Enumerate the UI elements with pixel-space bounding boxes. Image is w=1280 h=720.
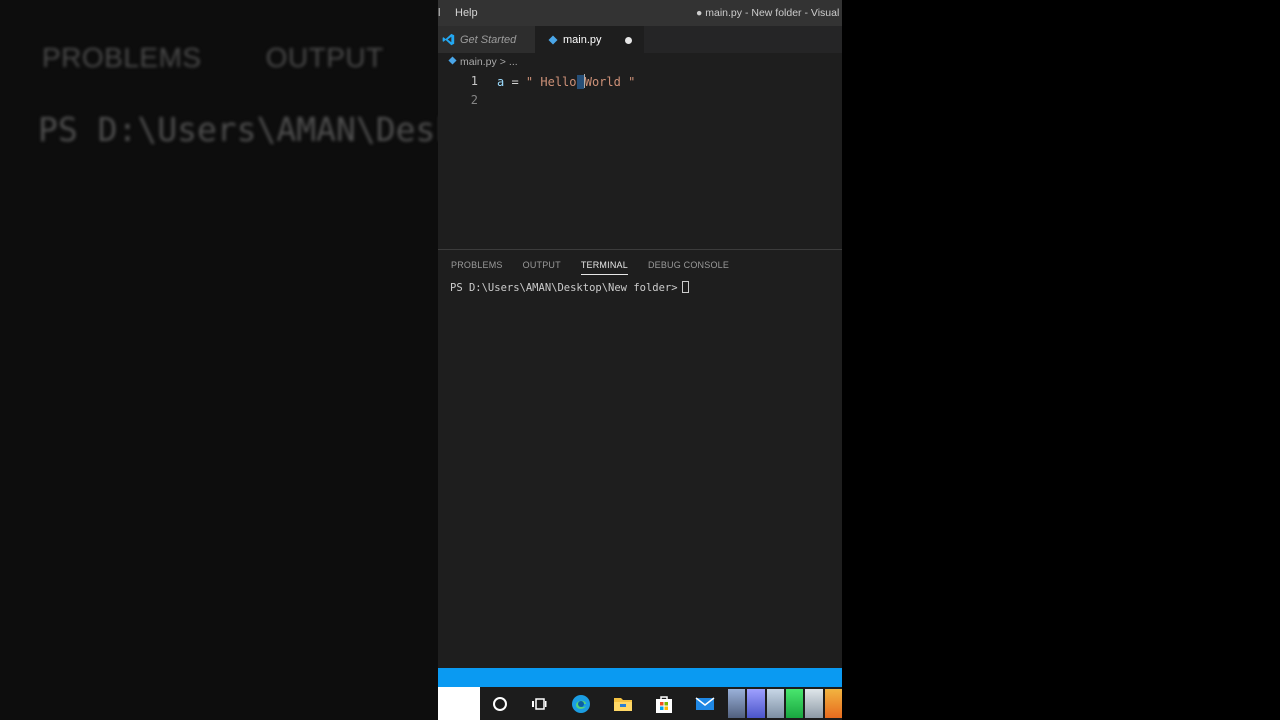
- line-number: 1: [470, 74, 478, 88]
- window-title: ● main.py - New folder - Visual St: [696, 7, 842, 19]
- tab-get-started-label: Get Started: [460, 33, 517, 46]
- code-string-start: " Hello: [525, 75, 577, 89]
- blurred-terminal-prompt: PS D:\Users\AMAN\Desk: [38, 110, 438, 149]
- code-operator: =: [504, 75, 526, 89]
- taskbar-search-box[interactable]: [438, 687, 480, 720]
- mail-icon[interactable]: [694, 693, 716, 715]
- blurred-app-icon[interactable]: [785, 689, 804, 718]
- blurred-app-icon[interactable]: [805, 689, 823, 718]
- blurred-panel-tabs: PROBLEMS OUTPUT T: [42, 42, 438, 87]
- text-selection: [576, 75, 584, 89]
- code-editor[interactable]: 1 a = " Hello World " 2: [438, 72, 842, 248]
- tab-debug-console[interactable]: DEBUG CONSOLE: [648, 260, 729, 275]
- breadcrumb-separator: >: [499, 56, 506, 68]
- task-view-icon[interactable]: [528, 693, 550, 715]
- blurred-app-icon[interactable]: [747, 689, 765, 718]
- tab-terminal[interactable]: TERMINAL: [580, 260, 628, 275]
- breadcrumb: main.py > ...: [448, 56, 518, 68]
- blurred-background-left: PROBLEMS OUTPUT T PS D:\Users\AMAN\Desk: [0, 0, 438, 720]
- cortana-icon[interactable]: [489, 693, 511, 715]
- terminal-output[interactable]: PS D:\Users\AMAN\Desktop\New folder>: [450, 281, 689, 294]
- unsaved-dot-icon[interactable]: [625, 37, 632, 44]
- taskbar-pinned-apps-blurred: [728, 689, 842, 718]
- tab-output[interactable]: OUTPUT: [523, 260, 561, 275]
- code-string-end: World ": [584, 75, 636, 89]
- status-bar: [438, 668, 842, 687]
- tab-problems[interactable]: PROBLEMS: [451, 260, 503, 275]
- tab-main-py[interactable]: main.py: [535, 26, 644, 53]
- panel-tabs: PROBLEMS OUTPUT TERMINAL DEBUG CONSOLE: [451, 260, 749, 275]
- bottom-panel: PROBLEMS OUTPUT TERMINAL DEBUG CONSOLE P…: [438, 249, 842, 668]
- editor-tab-bar: Get Started main.py: [438, 26, 842, 53]
- code-line[interactable]: 1 a = " Hello World ": [438, 74, 842, 93]
- code-text[interactable]: a = " Hello World ": [497, 74, 635, 89]
- windows-taskbar: [438, 687, 842, 720]
- title-bar: l Help ● main.py - New folder - Visual S…: [438, 0, 842, 26]
- python-file-icon: [448, 56, 457, 68]
- blurred-app-icon[interactable]: [728, 689, 746, 718]
- edge-icon[interactable]: [570, 693, 592, 715]
- blurred-app-icon[interactable]: [824, 689, 842, 718]
- blurred-app-icon[interactable]: [766, 689, 784, 718]
- python-file-icon: [548, 35, 558, 45]
- file-explorer-icon[interactable]: [612, 693, 634, 715]
- breadcrumb-file[interactable]: main.py: [460, 56, 497, 68]
- vscode-window: l Help ● main.py - New folder - Visual S…: [438, 0, 842, 720]
- menu-item-truncated[interactable]: l: [438, 7, 440, 19]
- code-line[interactable]: 2: [438, 93, 842, 112]
- vscode-icon: [442, 33, 455, 46]
- blurred-background-right: [842, 0, 1280, 720]
- store-icon[interactable]: [653, 693, 675, 715]
- terminal-cursor: [681, 281, 689, 293]
- blurred-tab-output: OUTPUT: [265, 42, 384, 73]
- line-number: 2: [470, 93, 478, 107]
- tab-main-py-label: main.py: [563, 33, 602, 46]
- menu-item-help[interactable]: Help: [455, 7, 478, 19]
- tab-get-started[interactable]: Get Started: [438, 26, 535, 53]
- blurred-tab-problems: PROBLEMS: [42, 42, 202, 73]
- terminal-prompt: PS D:\Users\AMAN\Desktop\New folder>: [450, 282, 678, 294]
- breadcrumb-more[interactable]: ...: [509, 56, 518, 68]
